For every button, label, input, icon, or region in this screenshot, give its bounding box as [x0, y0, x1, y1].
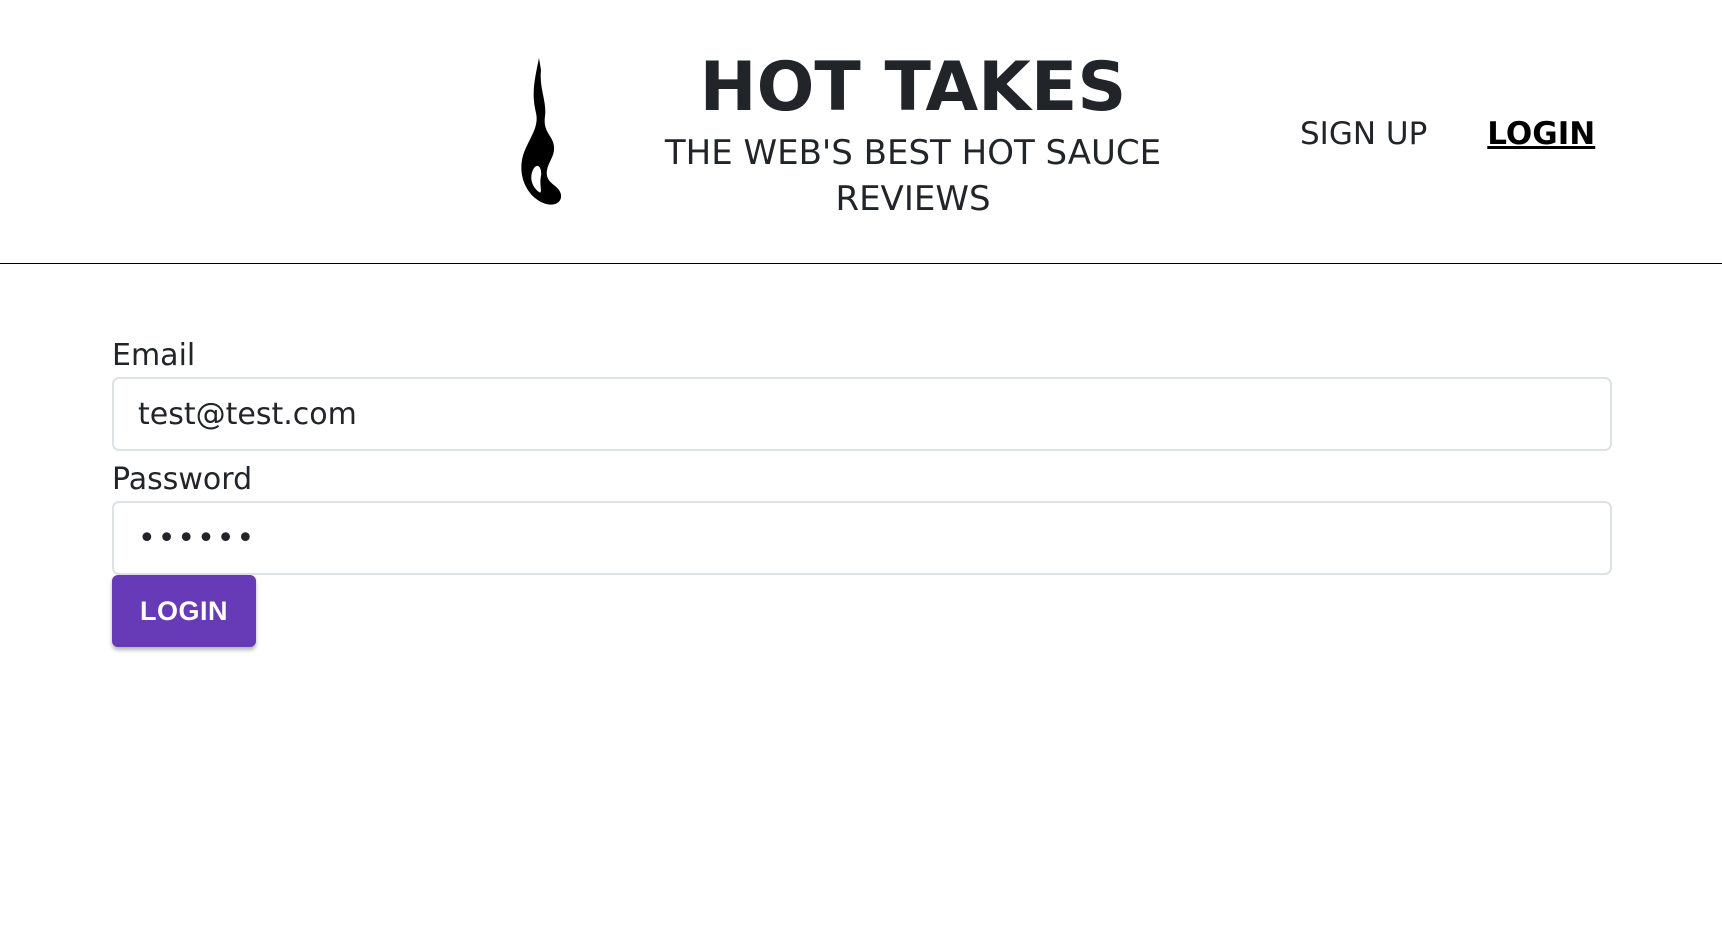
- email-field[interactable]: [112, 377, 1612, 451]
- site-title: HOT TAKES: [699, 48, 1127, 127]
- password-group: Password: [112, 459, 1612, 575]
- main-nav: SIGN UP LOGIN: [1300, 111, 1595, 157]
- nav-signup-link[interactable]: SIGN UP: [1300, 111, 1427, 157]
- nav-login-link[interactable]: LOGIN: [1487, 111, 1595, 157]
- login-form: Email Password LOGIN: [112, 335, 1612, 647]
- email-group: Email: [112, 335, 1612, 451]
- site-header: HOT TAKES THE WEB'S BEST HOT SAUCE REVIE…: [0, 0, 1722, 264]
- brand-block: HOT TAKES THE WEB'S BEST HOT SAUCE REVIE…: [640, 46, 1186, 222]
- email-label: Email: [112, 338, 196, 373]
- login-button[interactable]: LOGIN: [112, 575, 256, 647]
- site-subtitle: THE WEB'S BEST HOT SAUCE REVIEWS: [664, 133, 1162, 219]
- password-label: Password: [112, 462, 253, 497]
- flame-icon: [521, 58, 562, 205]
- password-field[interactable]: [112, 501, 1612, 575]
